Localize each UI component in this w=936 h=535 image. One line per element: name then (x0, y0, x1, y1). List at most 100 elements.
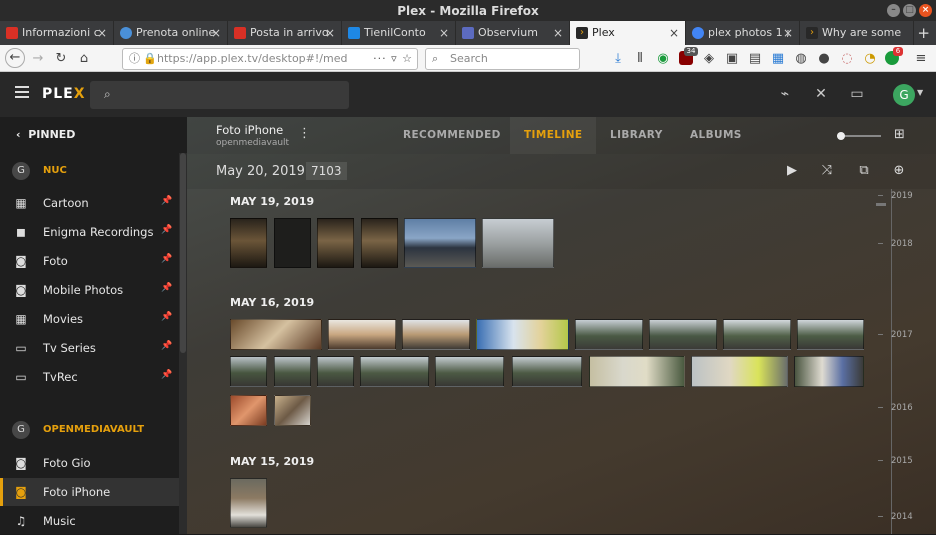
pinned-toggle[interactable]: ‹ PINNED (16, 128, 75, 141)
photo-thumbnail[interactable] (274, 356, 311, 387)
server-nuc[interactable]: G NUC (0, 158, 179, 186)
photo-thumbnail[interactable] (435, 356, 504, 387)
tab-albums[interactable]: ALBUMS (690, 117, 742, 154)
extension-icon[interactable]: ● (816, 51, 832, 67)
extension-icon[interactable]: ▦ (770, 51, 786, 67)
back-button[interactable]: ← (5, 48, 25, 68)
server-openmediavault[interactable]: G OPENMEDIAVAULT (0, 417, 179, 445)
sidebar-item-tv-series[interactable]: ▭ Tv Series 📌 (0, 334, 179, 362)
extension-icon[interactable]: ▣ (724, 51, 740, 67)
sidebar-item-foto-gio[interactable]: ◙ Foto Gio (0, 449, 179, 477)
close-tab-icon[interactable]: × (211, 21, 221, 45)
menu-icon[interactable]: ≡ (913, 51, 929, 67)
shuffle-icon[interactable]: ⤨ (819, 163, 835, 179)
reload-button[interactable]: ↻ (53, 51, 69, 67)
photo-thumbnail[interactable] (328, 319, 396, 350)
photo-thumbnail[interactable] (317, 218, 354, 268)
home-button[interactable]: ⌂ (76, 51, 92, 67)
photo-thumbnail[interactable] (274, 395, 311, 426)
browser-tab-active[interactable]: › Plex × (570, 21, 686, 45)
photo-thumbnail[interactable] (230, 356, 267, 387)
zoom-slider[interactable] (837, 132, 881, 140)
cast-icon[interactable]: ▭ (848, 85, 866, 103)
photo-thumbnail[interactable] (402, 319, 470, 350)
photo-thumbnail[interactable] (723, 319, 791, 350)
browser-tab[interactable]: Informazioni c × (0, 21, 114, 45)
minimize-button[interactable]: – (887, 4, 900, 17)
year-scrubber[interactable]: 2019 2018 2017 2016 2015 2014 (876, 189, 936, 534)
extension-icon[interactable]: ◈ (701, 51, 717, 67)
grid-view-icon[interactable]: ⊞ (894, 128, 906, 141)
close-tab-icon[interactable]: × (669, 21, 679, 45)
sidebar-item-movies[interactable]: ▦ Movies 📌 (0, 305, 179, 333)
info-icon[interactable]: ⓘ (129, 49, 140, 69)
pin-icon[interactable]: 📌 (161, 283, 172, 293)
chevron-down-icon[interactable]: ▼ (917, 88, 923, 97)
close-tab-icon[interactable]: × (325, 21, 335, 45)
slider-knob[interactable] (837, 132, 845, 140)
photo-thumbnail[interactable] (361, 218, 398, 268)
download-icon[interactable]: ⤓ (610, 51, 626, 67)
browser-tab[interactable]: › Why are some (800, 21, 914, 45)
photo-thumbnail[interactable] (230, 319, 322, 350)
play-icon[interactable]: ▶ (784, 163, 800, 179)
photo-thumbnail[interactable] (230, 218, 267, 268)
extension-icon[interactable]: ◔ (862, 51, 878, 67)
photo-thumbnail[interactable] (794, 356, 864, 387)
photo-thumbnail[interactable] (317, 356, 354, 387)
extension-icon[interactable]: ▤ (747, 51, 763, 67)
activity-icon[interactable]: ⌁ (776, 85, 794, 103)
sidebar-scrollbar[interactable] (179, 153, 187, 534)
page-actions-icons[interactable]: ··· ▿ ☆ (369, 49, 413, 69)
new-tab-button[interactable]: + (917, 21, 930, 45)
photo-thumbnail[interactable] (797, 319, 864, 350)
photo-thumbnail[interactable] (360, 356, 429, 387)
browser-tab[interactable]: plex photos 1 ; × (686, 21, 800, 45)
pin-icon[interactable]: 📌 (161, 370, 172, 380)
year-scrubber-marker[interactable] (876, 203, 886, 206)
sidebar-item-music[interactable]: ♫ Music (0, 507, 179, 535)
close-window-button[interactable]: × (919, 4, 932, 17)
photo-thumbnail[interactable] (649, 319, 717, 350)
tab-timeline[interactable]: TIMELINE (510, 117, 597, 154)
photo-thumbnail[interactable] (575, 319, 643, 350)
plex-search-input[interactable]: ⌕ (90, 81, 349, 109)
close-tab-icon[interactable]: × (553, 21, 563, 45)
pin-icon[interactable]: 📌 (161, 341, 172, 351)
sidebar-item-foto-iphone[interactable]: ◙ Foto iPhone (0, 478, 179, 506)
sidebar-item-mobile-photos[interactable]: ◙ Mobile Photos 📌 (0, 276, 179, 304)
close-tab-icon[interactable]: × (783, 21, 793, 45)
sidebar-item-enigma-recordings[interactable]: ◼ Enigma Recordings 📌 (0, 218, 179, 246)
more-options-icon[interactable]: ⋮ (298, 126, 311, 141)
library-icon[interactable]: ⫴ (632, 51, 648, 67)
extension-icon[interactable]: ◌ (839, 51, 855, 67)
photo-thumbnail[interactable] (691, 356, 788, 387)
photo-thumbnail[interactable] (230, 478, 267, 528)
tab-library[interactable]: LIBRARY (610, 117, 663, 154)
photo-thumbnail[interactable] (482, 218, 554, 268)
pin-icon[interactable]: 📌 (161, 196, 172, 206)
maximize-button[interactable]: □ (903, 4, 916, 17)
tab-recommended[interactable]: RECOMMENDED (403, 117, 501, 154)
close-tab-icon[interactable]: × (439, 21, 449, 45)
hamburger-menu-icon[interactable] (15, 86, 29, 98)
extension-icon[interactable]: ◍ (793, 51, 809, 67)
user-avatar[interactable]: G (893, 84, 915, 106)
download-circle-icon[interactable]: ⊕ (891, 163, 907, 179)
sidebar-item-tvrec[interactable]: ▭ TvRec 📌 (0, 363, 179, 391)
photo-thumbnail[interactable] (230, 395, 267, 426)
close-tab-icon[interactable]: × (97, 21, 107, 45)
plex-logo[interactable]: PLEX (42, 86, 86, 102)
slideshow-icon[interactable]: ⧉ (856, 163, 872, 179)
browser-tab[interactable]: Posta in arrivo × (228, 21, 342, 45)
photo-thumbnail[interactable] (589, 356, 685, 387)
browser-tab[interactable]: TienilConto × (342, 21, 456, 45)
browser-tab[interactable]: Observium × (456, 21, 570, 45)
pin-icon[interactable]: 📌 (161, 254, 172, 264)
search-input[interactable]: ⌕ Search (425, 48, 580, 70)
photo-thumbnail[interactable] (476, 319, 569, 350)
photo-thumbnail[interactable] (404, 218, 476, 268)
sidebar-item-cartoon[interactable]: ▦ Cartoon 📌 (0, 189, 179, 217)
sidebar-item-foto[interactable]: ◙ Foto 📌 (0, 247, 179, 275)
settings-tools-icon[interactable]: ✕ (812, 85, 830, 103)
